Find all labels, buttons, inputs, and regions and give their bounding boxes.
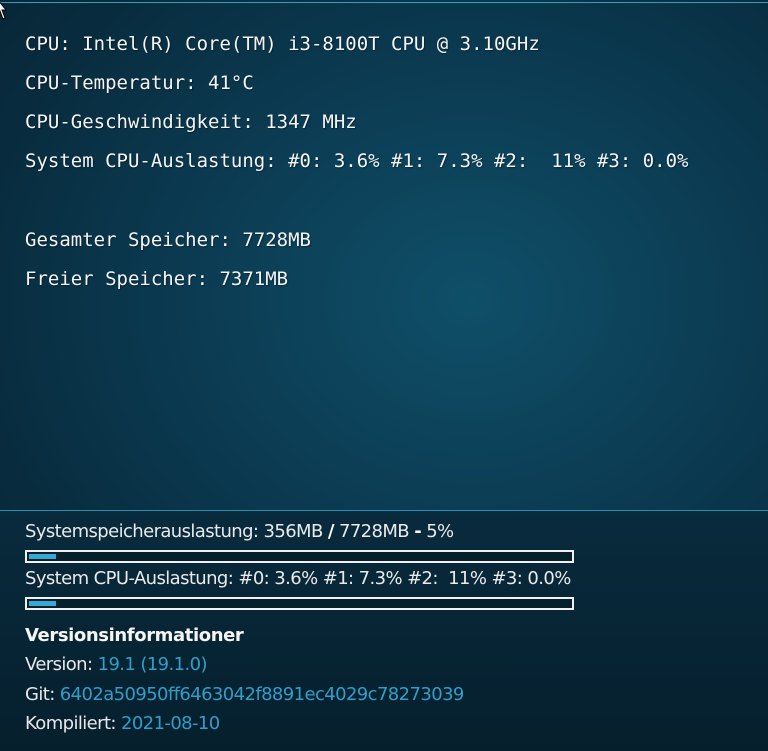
cpu-temperature-text: CPU-Temperatur: 41°C xyxy=(25,72,254,94)
top-border-line xyxy=(0,2,768,3)
free-memory-text: Freier Speicher: 7371MB xyxy=(25,268,289,290)
mouse-pointer-icon xyxy=(0,1,8,20)
cpu-usage-progress-fill xyxy=(29,601,56,606)
cpu-usage-progress-bar xyxy=(25,597,574,610)
memory-usage-label: Systemspeicherauslastung: 356MB / 7728MB… xyxy=(25,521,454,542)
git-key: Git: xyxy=(25,684,55,705)
version-row: Version: 19.1 (19.1.0) xyxy=(25,654,465,675)
memory-usage-percent: 5% xyxy=(426,521,454,542)
total-memory-text: Gesamter Speicher: 7728MB xyxy=(25,229,311,251)
version-info-heading: Versionsinformationer xyxy=(25,625,244,646)
version-value: 19.1 (19.1.0) xyxy=(97,654,208,675)
compiled-row: Kompiliert: 2021-08-10 xyxy=(25,713,222,734)
memory-usage-total: 7728MB xyxy=(338,521,410,542)
cpu-speed-text: CPU-Geschwindigkeit: 1347 MHz xyxy=(25,111,357,133)
memory-usage-progress-bar xyxy=(25,550,574,563)
cpu-model-text: CPU: Intel(R) Core(TM) i3-8100T CPU @ 3.… xyxy=(25,33,540,55)
cpu-usage-footer-label: System CPU-Auslastung: #0: 3.6% #1: 7.3%… xyxy=(25,568,571,589)
compiled-date-value: 2021-08-10 xyxy=(121,713,220,734)
memory-usage-dash: - xyxy=(414,521,422,542)
cpu-usage-text: System CPU-Auslastung: #0: 3.6% #1: 7.3%… xyxy=(25,150,689,172)
git-hash-value: 6402a50950ff6463042f8891ec4029c78273039 xyxy=(59,684,465,705)
git-row: Git: 6402a50950ff6463042f8891ec4029c7827… xyxy=(25,684,465,705)
compiled-key: Kompiliert: xyxy=(25,713,116,734)
memory-usage-used: Systemspeicherauslastung: 356MB xyxy=(25,521,323,542)
version-key: Version: xyxy=(25,654,93,675)
memory-usage-progress-fill xyxy=(29,554,56,559)
memory-usage-slash: / xyxy=(327,521,335,542)
